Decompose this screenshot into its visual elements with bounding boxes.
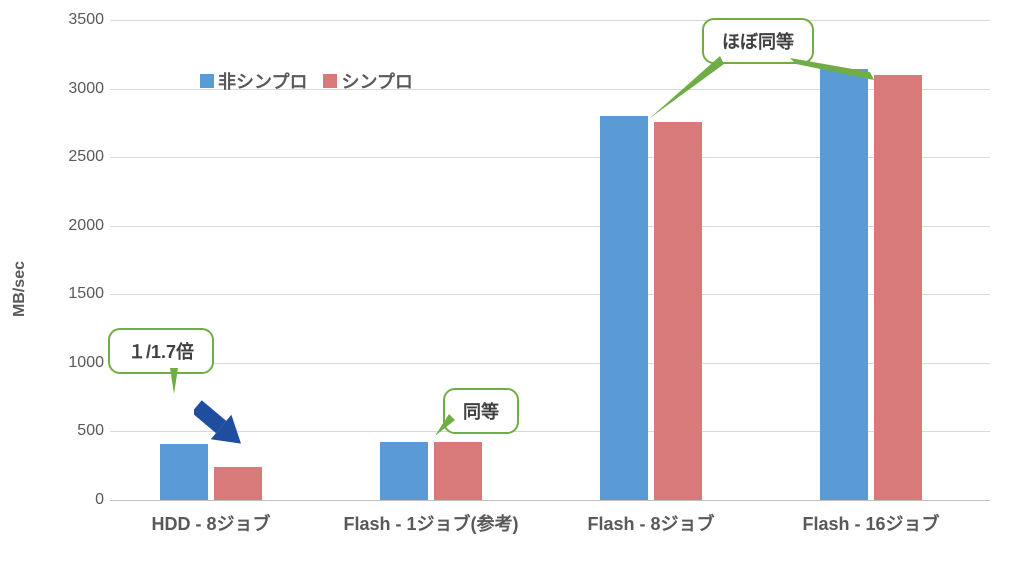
legend-label: 非シンプロ — [218, 68, 307, 94]
arrow-icon — [194, 400, 264, 460]
ytick: 2000 — [54, 217, 104, 235]
legend-swatch-red — [323, 74, 337, 88]
xtick: Flash - 8ジョブ — [587, 510, 714, 536]
legend-item-nonthin: 非シンプロ — [200, 68, 307, 94]
gridline — [110, 500, 990, 501]
callout-pointer — [790, 58, 880, 88]
ytick: 1500 — [54, 285, 104, 303]
ytick: 2500 — [54, 148, 104, 166]
ytick: 3000 — [54, 80, 104, 98]
bar-nonthin-4 — [820, 69, 868, 500]
legend-item-thin: シンプロ — [323, 68, 412, 94]
callout-pointer — [156, 368, 186, 408]
bar-thin-3 — [654, 122, 702, 501]
bar-nonthin-3 — [600, 116, 648, 500]
xtick: Flash - 16ジョブ — [802, 510, 939, 536]
ytick: 500 — [54, 422, 104, 440]
xtick: HDD - 8ジョブ — [151, 510, 270, 536]
bar-thin-2 — [434, 442, 482, 500]
xtick: Flash - 1ジョブ(参考) — [343, 510, 518, 536]
bar-nonthin-2 — [380, 442, 428, 500]
callout-pointer — [431, 414, 461, 444]
ytick: 1000 — [54, 354, 104, 372]
legend-swatch-blue — [200, 74, 214, 88]
callout-pointer — [646, 56, 726, 126]
chart: MB/sec 非シンプロ — [0, 0, 1024, 578]
legend-label: シンプロ — [341, 68, 412, 94]
y-axis-label: MB/sec — [11, 261, 29, 317]
legend: 非シンプロ シンプロ — [200, 68, 413, 94]
ytick: 3500 — [54, 11, 104, 29]
bar-thin-1 — [214, 467, 262, 500]
bar-thin-4 — [874, 75, 922, 500]
ytick: 0 — [54, 491, 104, 509]
